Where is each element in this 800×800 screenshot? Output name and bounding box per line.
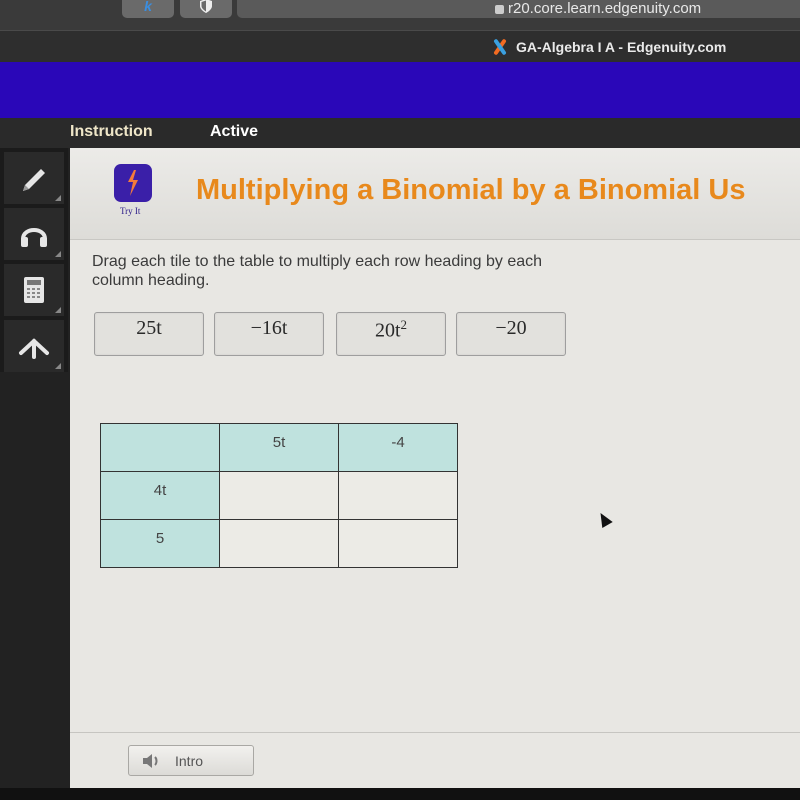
- url-text: r20.core.learn.edgenuity.com: [508, 0, 702, 17]
- draggable-tile[interactable]: −20: [456, 312, 566, 356]
- column-heading: -4: [338, 423, 458, 472]
- instructions-text: Drag each tile to the table to multiply …: [92, 253, 543, 289]
- pencil-icon: [23, 169, 45, 191]
- try-it-icon: [114, 164, 152, 202]
- draggable-tile[interactable]: 20t2: [336, 312, 446, 356]
- draggable-tile[interactable]: −16t: [214, 312, 324, 356]
- table-row: 4t: [100, 471, 458, 520]
- speaker-icon: [143, 753, 158, 768]
- extension-button-2[interactable]: [180, 0, 232, 18]
- tile-value: 25t: [136, 317, 162, 339]
- calculator-icon: [24, 277, 44, 303]
- activity-panel: Try It Multiplying a Binomial by a Binom…: [70, 148, 800, 788]
- drop-target-cell[interactable]: [219, 471, 339, 520]
- activity-nav: Instruction Active: [0, 118, 800, 148]
- table-header-row: 5t -4: [100, 423, 458, 472]
- headphones-icon: [21, 228, 47, 247]
- intro-label: Intro: [175, 752, 204, 769]
- edgenuity-x-icon: [490, 38, 510, 56]
- row-heading: 5: [100, 519, 220, 568]
- tile-value: −16t: [250, 317, 288, 339]
- arrow-up-icon: [19, 338, 49, 359]
- lesson-header: Try It Multiplying a Binomial by a Binom…: [70, 148, 800, 240]
- collapse-tool-button[interactable]: [4, 320, 64, 372]
- nav-active[interactable]: Active: [210, 123, 258, 141]
- row-heading: 4t: [100, 471, 220, 520]
- multiplication-table: 5t -4 4t 5: [100, 423, 458, 568]
- column-heading: 5t: [219, 423, 339, 472]
- lock-icon: [495, 4, 504, 14]
- tile-value: 20t: [374, 319, 401, 342]
- browser-toolbar: k r20.core.learn.edgenuity.com: [0, 0, 800, 30]
- pencil-tool-button[interactable]: [4, 152, 64, 204]
- drop-target-cell[interactable]: [219, 519, 339, 568]
- tool-sidebar: [0, 148, 68, 372]
- footer-divider: [70, 732, 800, 733]
- draggable-tile[interactable]: 25t: [94, 312, 204, 356]
- drop-target-cell[interactable]: [338, 471, 458, 520]
- browser-tab[interactable]: GA-Algebra I A - Edgenuity.com: [490, 38, 726, 56]
- audio-tool-button[interactable]: [4, 208, 64, 260]
- screen: k r20.core.learn.edgenuity.com GA-Algebr…: [0, 0, 800, 800]
- nav-instruction[interactable]: Instruction: [70, 123, 153, 141]
- tile-value: −20: [495, 317, 527, 339]
- lightning-icon: [128, 170, 138, 196]
- screen-bezel: [0, 788, 800, 800]
- tab-title-text: GA-Algebra I A - Edgenuity.com: [516, 39, 727, 55]
- address-bar[interactable]: r20.core.learn.edgenuity.com: [237, 0, 800, 18]
- extension-button-1[interactable]: k: [122, 0, 174, 18]
- script-k-icon: k: [144, 0, 152, 14]
- tile-exponent: 2: [400, 317, 408, 332]
- calculator-tool-button[interactable]: [4, 264, 64, 316]
- tab-bar: GA-Algebra I A - Edgenuity.com: [0, 30, 800, 62]
- course-banner: [0, 62, 800, 118]
- table-corner-cell: [100, 423, 220, 472]
- drop-target-cell[interactable]: [338, 519, 458, 568]
- intro-audio-button[interactable]: Intro: [128, 745, 254, 776]
- shield-icon: [200, 0, 212, 13]
- table-row: 5: [100, 519, 458, 568]
- activity-type-label: Try It: [120, 206, 141, 216]
- lesson-title: Multiplying a Binomial by a Binomial Us: [196, 174, 746, 206]
